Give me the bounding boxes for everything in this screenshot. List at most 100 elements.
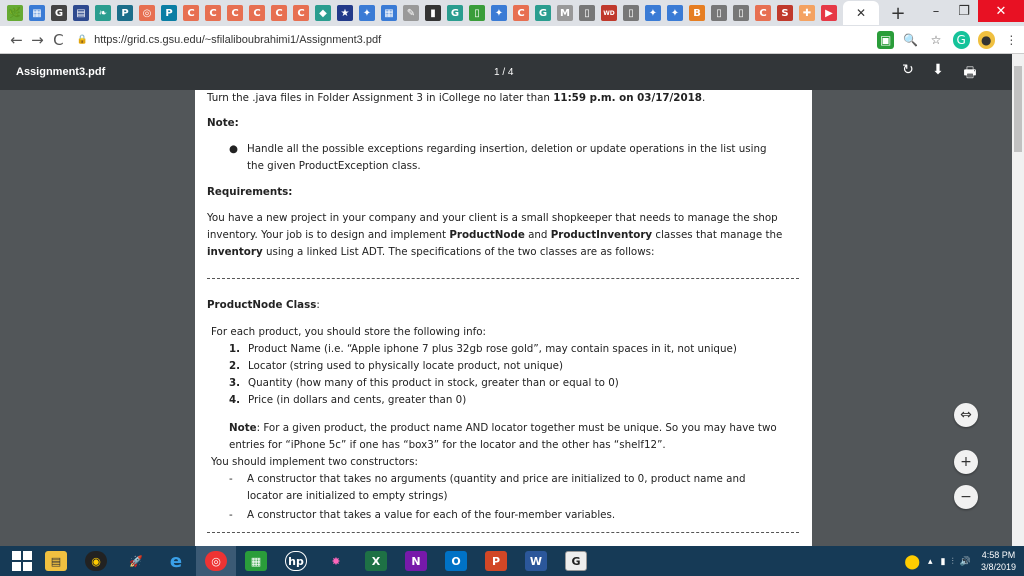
tab-favicon-icon[interactable]: ❧ <box>95 5 111 21</box>
paint-icon[interactable]: ✸ <box>316 546 356 576</box>
tab-favicon-icon[interactable]: ▶ <box>821 5 837 21</box>
grammarly-icon[interactable]: G <box>952 30 970 49</box>
tab-favicon-icon[interactable]: ★ <box>337 5 353 21</box>
tab-favicon-icon[interactable]: ▯ <box>579 5 595 21</box>
outlook-icon[interactable]: O <box>436 546 476 576</box>
file-explorer-icon[interactable]: ▤ <box>36 546 76 576</box>
tab-favicon-icon[interactable]: ✎ <box>403 5 419 21</box>
scrollbar-thumb[interactable] <box>1014 66 1022 152</box>
minimize-button[interactable]: – <box>922 0 950 22</box>
text: : For a given product, the product name … <box>256 422 777 434</box>
start-button[interactable] <box>8 549 36 573</box>
app-icon[interactable]: ◉ <box>76 546 116 576</box>
tab-favicon-icon[interactable]: G <box>51 5 67 21</box>
battery-icon[interactable]: ▮ <box>941 556 946 567</box>
text: Turn the .java files in Folder Assignmen… <box>207 92 554 104</box>
powerpoint-icon[interactable]: P <box>476 546 516 576</box>
zoom-in-button[interactable]: + <box>954 450 978 474</box>
tab-favicon-icon[interactable]: ✦ <box>667 5 683 21</box>
tab-favicon-icon[interactable]: C <box>227 5 243 21</box>
tab-favicon-icon[interactable]: ✦ <box>359 5 375 21</box>
menu-icon[interactable]: ⋮ <box>1003 31 1020 49</box>
tab-favicon-icon[interactable]: C <box>205 5 221 21</box>
tab-favicon-icon[interactable]: C <box>183 5 199 21</box>
onenote-icon[interactable]: N <box>396 546 436 576</box>
paragraph: inventory using a linked List ADT. The s… <box>207 244 655 261</box>
tab-favicon-icon[interactable]: ▯ <box>623 5 639 21</box>
tab-favicon-icon[interactable]: B <box>689 5 705 21</box>
tab-favicon-icon[interactable]: S <box>777 5 793 21</box>
volume-icon[interactable]: 🔊 <box>960 556 971 567</box>
tab-favicon-icon[interactable]: ◎ <box>139 5 155 21</box>
tab-favicon-icon[interactable]: 🌿 <box>7 5 23 21</box>
text: using a linked List ADT. The specificati… <box>262 246 655 258</box>
reload-button[interactable]: C <box>48 31 69 49</box>
tab-favicon-icon[interactable]: G <box>535 5 551 21</box>
taskbar: ▤ ◉ 🚀 e ◎ ▦ hp ✸ X N O P W G ⬤ ▴ ▮ ⫶ 🔊 4… <box>0 546 1024 576</box>
extension-icon[interactable]: ▣ <box>877 30 895 49</box>
text: inventory <box>207 246 263 258</box>
tab-favicon-icon[interactable]: ◆ <box>315 5 331 21</box>
tab-favicon-icon[interactable]: C <box>293 5 309 21</box>
g-app-icon[interactable]: G <box>556 546 596 576</box>
hp-icon[interactable]: hp <box>276 546 316 576</box>
tab-favicon-icon[interactable]: ▦ <box>381 5 397 21</box>
lock-icon: 🔒 <box>76 34 89 44</box>
excel-icon[interactable]: X <box>356 546 396 576</box>
tab-favicon-icon[interactable]: G <box>447 5 463 21</box>
paragraph: inventory. Your job is to design and imp… <box>207 227 782 244</box>
rocket-app-icon[interactable]: 🚀 <box>116 546 156 576</box>
tab-favicon-icon[interactable]: P <box>117 5 133 21</box>
chrome-icon[interactable]: ◎ <box>196 546 236 576</box>
tab-favicon-icon[interactable]: C <box>271 5 287 21</box>
back-button[interactable]: ← <box>6 31 27 49</box>
forward-button[interactable]: → <box>27 31 48 49</box>
active-tab-close-icon[interactable]: ✕ <box>843 1 879 25</box>
tab-favicon-icon[interactable]: C <box>755 5 771 21</box>
profile-avatar-icon[interactable]: ● <box>977 30 995 49</box>
zoom-icon[interactable]: 🔍 <box>902 31 919 49</box>
text: 03/17/2018 <box>637 92 702 104</box>
tab-favicon-icon[interactable]: ▦ <box>29 5 45 21</box>
clock[interactable]: 4:58 PM 3/8/2019 <box>981 549 1016 573</box>
tab-favicon-icon[interactable]: C <box>513 5 529 21</box>
tab-favicon-icon[interactable]: C <box>249 5 265 21</box>
divider <box>207 278 799 279</box>
rotate-icon[interactable]: ↻ <box>898 62 918 82</box>
system-tray: ⬤ ▴ ▮ ⫶ 🔊 4:58 PM 3/8/2019 <box>904 546 1016 576</box>
tab-favicon-icon[interactable]: ✦ <box>645 5 661 21</box>
pdf-page: Turn the .java files in Folder Assignmen… <box>195 90 812 546</box>
edge-icon[interactable]: e <box>156 546 196 576</box>
clock-date: 3/8/2019 <box>980 562 1016 572</box>
word-icon[interactable]: W <box>516 546 556 576</box>
zoom-out-button[interactable]: − <box>954 485 978 509</box>
wifi-icon[interactable]: ⫶ <box>951 556 953 567</box>
tab-strip: 🌿 ▦ G ▤ ❧ P ◎ P C C C C C C ◆ ★ ✦ ▦ ✎ ▮ G ▯ ✦ C G M ▯ WD ▯ ✦ ✦ B ▯ ▯ C S ✚ ▶ ✕… <box>0 0 1024 26</box>
notification-icon[interactable]: ⬤ <box>904 553 920 570</box>
tab-favicon-icon[interactable]: WD <box>601 5 617 21</box>
clock-time: 4:58 PM <box>981 550 1016 560</box>
tab-favicon-icon[interactable]: ✚ <box>799 5 815 21</box>
store-icon[interactable]: ▦ <box>236 546 276 576</box>
print-icon[interactable]: 🖶 <box>960 62 980 82</box>
bookmark-star-icon[interactable]: ☆ <box>927 31 944 49</box>
restore-button[interactable]: ❐ <box>950 0 978 22</box>
tab-favicon-icon[interactable]: ▤ <box>73 5 89 21</box>
tab-favicon-icon[interactable]: ▯ <box>469 5 485 21</box>
tab-favicon-icon[interactable]: ▯ <box>733 5 749 21</box>
submission-line: Turn the .java files in Folder Assignmen… <box>207 90 705 107</box>
tab-favicon-icon[interactable]: P <box>161 5 177 21</box>
new-tab-button[interactable]: + <box>890 3 906 24</box>
requirements-heading: Requirements: <box>207 186 293 198</box>
close-window-button[interactable]: ✕ <box>978 0 1024 22</box>
tab-favicon-icon[interactable]: ▮ <box>425 5 441 21</box>
download-icon[interactable]: ⬇ <box>928 62 948 82</box>
dash-bullet: - <box>229 509 233 521</box>
tab-favicon-icon[interactable]: M <box>557 5 573 21</box>
tab-favicon-icon[interactable]: ✦ <box>491 5 507 21</box>
tab-favicon-icon[interactable]: ▯ <box>711 5 727 21</box>
paragraph: You should implement two constructors: <box>211 456 418 468</box>
chevron-up-icon[interactable]: ▴ <box>928 556 933 567</box>
address-bar[interactable]: 🔒 https://grid.cs.gsu.edu/~sfilaliboubra… <box>77 29 873 51</box>
fit-page-button[interactable]: ⇔ <box>954 403 978 427</box>
